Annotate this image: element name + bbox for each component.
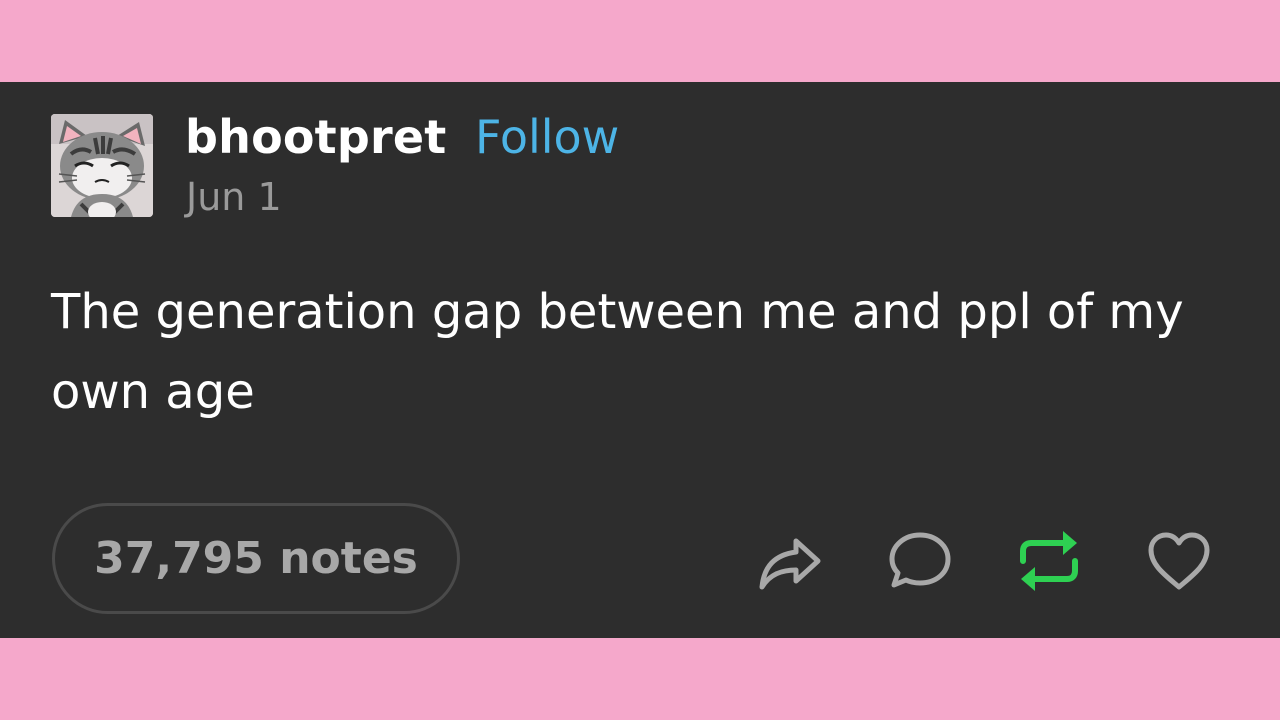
follow-button[interactable]: Follow: [475, 110, 619, 165]
avatar[interactable]: [51, 114, 153, 217]
reply-button[interactable]: [886, 527, 954, 595]
post-date[interactable]: Jun 1: [186, 175, 282, 221]
post-card: bhootpret Follow Jun 1 The generation ga…: [0, 82, 1280, 638]
reblog-button[interactable]: [1015, 527, 1083, 595]
screenshot-frame: bhootpret Follow Jun 1 The generation ga…: [0, 0, 1280, 720]
heart-icon: [1148, 532, 1210, 590]
share-arrow-icon: [759, 538, 821, 590]
username[interactable]: bhootpret: [185, 110, 446, 165]
notes-count-button[interactable]: 37,795 notes: [52, 503, 460, 614]
share-button[interactable]: [756, 527, 824, 595]
post-body-text: The generation gap between me and ppl of…: [51, 284, 1184, 420]
speech-bubble-icon: [889, 532, 951, 588]
like-button[interactable]: [1145, 527, 1213, 595]
reblog-icon: [1020, 531, 1078, 591]
cat-avatar-icon: [51, 114, 153, 217]
